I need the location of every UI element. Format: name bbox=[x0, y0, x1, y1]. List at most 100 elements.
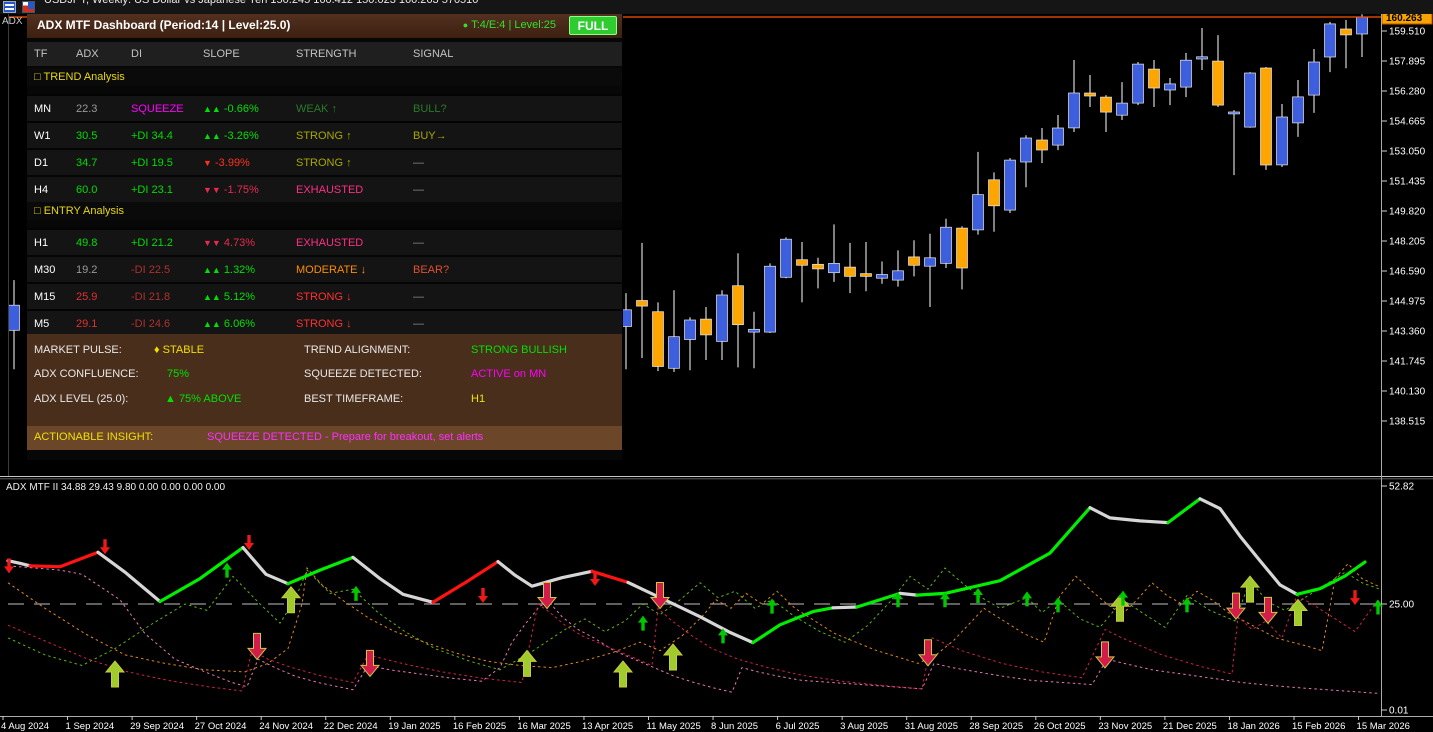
dashboard-table-body: □ TREND Analysis MN 22.3 SQUEEZE ▲▲ -0.66% WE… bbox=[27, 68, 622, 336]
up-signal-arrow-icon bbox=[1239, 575, 1261, 603]
col-header-slope: SLOPE bbox=[203, 48, 240, 60]
cell-adx: 25.9 bbox=[76, 290, 98, 303]
slope-triangle-icon: ▲▲ bbox=[203, 130, 221, 141]
cell-tf: D1 bbox=[34, 156, 49, 169]
cell-tf: MN bbox=[34, 102, 52, 115]
cell-signal: BUY→ bbox=[413, 129, 447, 142]
section-header-trend: □ TREND Analysis bbox=[27, 68, 622, 86]
svg-text:15 Mar 2026: 15 Mar 2026 bbox=[1357, 721, 1410, 732]
down-signal-arrow-icon bbox=[917, 639, 939, 667]
slope-triangle-icon: ▼ bbox=[203, 157, 212, 168]
chart-window-icon[interactable] bbox=[22, 1, 35, 13]
svg-text:156.280: 156.280 bbox=[1389, 86, 1426, 97]
cell-di: SQUEEZE bbox=[131, 102, 184, 115]
down-signal-arrow-icon bbox=[478, 588, 488, 604]
col-header-tf: TF bbox=[34, 48, 48, 60]
cell-slope: ▼▼ 4.73% bbox=[203, 236, 256, 249]
status-dot-icon: ● bbox=[462, 20, 469, 30]
svg-text:8 Jun 2025: 8 Jun 2025 bbox=[711, 721, 758, 732]
svg-text:25.00: 25.00 bbox=[1389, 600, 1414, 611]
report-table-icon[interactable] bbox=[3, 1, 16, 13]
cell-adx: 29.1 bbox=[76, 317, 98, 330]
slope-triangle-icon: ▲▲ bbox=[203, 291, 221, 302]
cell-tf: W1 bbox=[34, 129, 51, 142]
down-signal-arrow-icon bbox=[244, 535, 254, 551]
up-signal-arrow-icon bbox=[351, 585, 361, 601]
table-row-mn: MN 22.3 SQUEEZE ▲▲ -0.66% WEAK ↑ BULL? bbox=[27, 94, 622, 121]
down-signal-arrow-icon bbox=[1225, 592, 1247, 620]
full-mode-button[interactable]: FULL bbox=[569, 16, 617, 35]
indicator-corner-label: ADX bbox=[2, 16, 23, 27]
up-signal-arrow-icon bbox=[662, 643, 684, 671]
svg-text:28 Sep 2025: 28 Sep 2025 bbox=[969, 721, 1023, 732]
svg-text:148.205: 148.205 bbox=[1389, 236, 1426, 247]
dashboard-summary-panel: MARKET PULSE: ♦ STABLE ADX CONFLUENCE: 7… bbox=[27, 334, 622, 426]
svg-text:157.895: 157.895 bbox=[1389, 56, 1426, 67]
svg-text:0.01: 0.01 bbox=[1389, 706, 1409, 717]
adx-confluence-value: 75% bbox=[167, 368, 190, 380]
svg-text:22 Dec 2024: 22 Dec 2024 bbox=[324, 721, 378, 732]
cell-strength: STRONG ↓ bbox=[296, 317, 352, 330]
svg-text:3 Aug 2025: 3 Aug 2025 bbox=[840, 721, 888, 732]
cell-signal: — bbox=[413, 236, 424, 249]
section-header-entry: □ ENTRY Analysis bbox=[27, 202, 622, 220]
up-signal-arrow-icon bbox=[1053, 597, 1063, 613]
cell-di: -DI 24.6 bbox=[131, 317, 171, 330]
svg-text:13 Apr 2025: 13 Apr 2025 bbox=[582, 721, 633, 732]
cell-di: -DI 21.8 bbox=[131, 290, 171, 303]
actionable-insight-bar: ACTIONABLE INSIGHT: SQUEEZE DETECTED - P… bbox=[27, 426, 622, 450]
cell-slope: ▲▲ -3.26% bbox=[203, 129, 259, 142]
cell-slope: ▼ -3.99% bbox=[203, 156, 250, 169]
svg-text:6 Jul 2025: 6 Jul 2025 bbox=[776, 721, 820, 732]
svg-text:144.975: 144.975 bbox=[1389, 296, 1426, 307]
cell-tf: M30 bbox=[34, 263, 56, 276]
cell-signal: — bbox=[413, 183, 424, 196]
trading-platform-window: 160.263 159.510 157.895 156.280 154.665 153.0… bbox=[0, 0, 1433, 732]
cell-di: -DI 22.5 bbox=[131, 263, 171, 276]
svg-text:15 Feb 2026: 15 Feb 2026 bbox=[1292, 721, 1345, 732]
section-icon: □ TREND Analysis bbox=[34, 71, 125, 83]
svg-text:18 Jan 2026: 18 Jan 2026 bbox=[1227, 721, 1279, 732]
svg-text:151.435: 151.435 bbox=[1389, 176, 1426, 187]
cell-signal: BULL? bbox=[413, 102, 447, 115]
trend-alignment-value: STRONG BULLISH bbox=[471, 344, 567, 356]
cell-di: +DI 23.1 bbox=[131, 183, 173, 196]
down-signal-arrow-icon bbox=[1094, 641, 1116, 669]
dashboard-header: ADX MTF Dashboard (Period:14 | Level:25.… bbox=[27, 14, 622, 38]
status-text: T:4/E:4 | Level:25 bbox=[471, 19, 556, 31]
slope-triangle-icon: ▲▲ bbox=[203, 264, 221, 275]
adx-level-value: ▲ 75% ABOVE bbox=[165, 393, 242, 405]
svg-text:154.665: 154.665 bbox=[1389, 116, 1426, 127]
cell-strength: EXHAUSTED bbox=[296, 236, 364, 249]
cell-signal: BEAR? bbox=[413, 263, 450, 276]
cell-strength: WEAK ↑ bbox=[296, 102, 337, 115]
cell-adx: 34.7 bbox=[76, 156, 98, 169]
cell-slope: ▲▲ 6.06% bbox=[203, 317, 256, 330]
cell-slope: ▲▲ 5.12% bbox=[203, 290, 256, 303]
up-signal-arrow-icon bbox=[104, 660, 126, 688]
cell-signal: — bbox=[413, 290, 424, 303]
cell-adx: 22.3 bbox=[76, 102, 98, 115]
squeeze-detected-value: ACTIVE on MN bbox=[471, 368, 547, 380]
col-header-signal: SIGNAL bbox=[413, 48, 454, 60]
down-signal-arrow-icon bbox=[1350, 590, 1360, 606]
cell-strength: MODERATE ↓ bbox=[296, 263, 367, 276]
best-timeframe-label: BEST TIMEFRAME: bbox=[304, 393, 404, 405]
adx-mtf-dashboard-panel: ADX MTF Dashboard (Period:14 | Level:25.… bbox=[27, 14, 622, 460]
adx-level-label: ADX LEVEL (25.0): bbox=[34, 393, 129, 405]
window-title-bar: USDJPY, Weekly: US Dollar vs Japanese Ye… bbox=[0, 0, 1433, 14]
insight-label: ACTIONABLE INSIGHT: bbox=[34, 431, 154, 443]
svg-text:140.130: 140.130 bbox=[1389, 386, 1426, 397]
up-signal-arrow-icon bbox=[222, 562, 232, 578]
cell-tf: H1 bbox=[34, 236, 49, 249]
svg-text:24 Nov 2024: 24 Nov 2024 bbox=[259, 721, 313, 732]
svg-text:141.745: 141.745 bbox=[1389, 356, 1426, 367]
cell-signal: — bbox=[413, 317, 424, 330]
dashboard-status: ● T:4/E:4 | Level:25 bbox=[463, 19, 556, 31]
svg-text:16 Mar 2025: 16 Mar 2025 bbox=[517, 721, 570, 732]
down-signal-arrow-icon bbox=[1257, 596, 1279, 625]
svg-text:23 Nov 2025: 23 Nov 2025 bbox=[1098, 721, 1152, 732]
svg-text:19 Jan 2025: 19 Jan 2025 bbox=[388, 721, 440, 732]
dashboard-title: ADX MTF Dashboard (Period:14 | Level:25.… bbox=[37, 18, 291, 32]
cell-strength: STRONG ↓ bbox=[296, 290, 352, 303]
